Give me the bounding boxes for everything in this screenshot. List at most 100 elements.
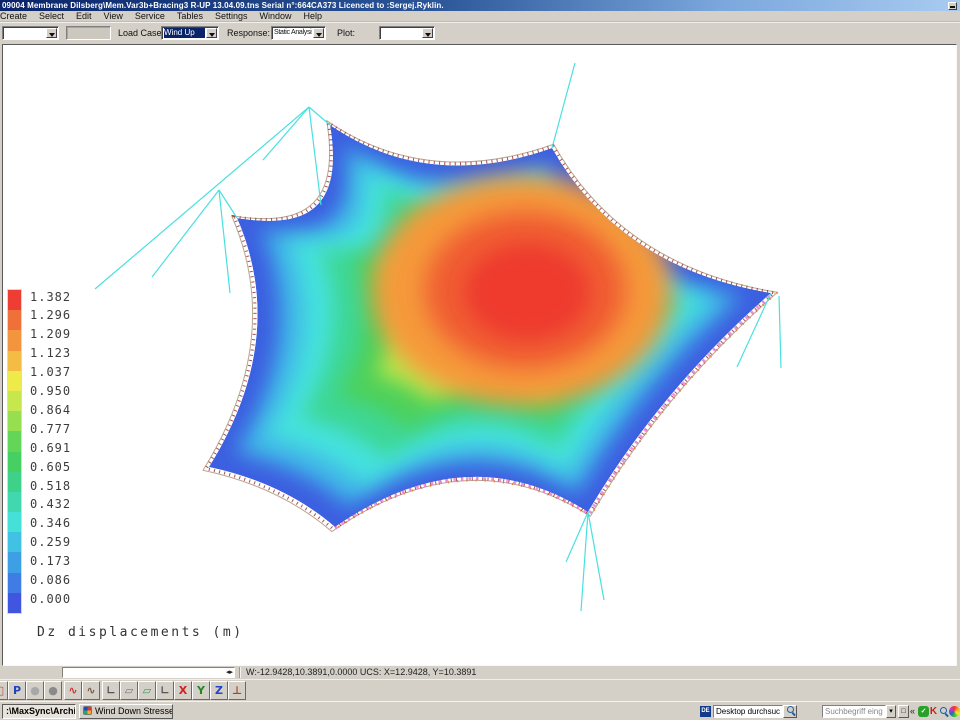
legend-value-label: 0.173 [30,555,71,568]
selection-combo-value [5,28,45,38]
load-case-label: Load Case: [118,28,164,38]
desktop: { "window": { "title": "09004 Membrane D… [0,0,960,720]
legend-color-swatch [8,411,21,431]
legend-color-swatch [8,371,21,391]
legend-value-label: 0.691 [30,442,71,455]
legend-value-label: 0.259 [30,536,71,549]
plane-quad-button[interactable]: ▱ [120,681,138,700]
membrane-contour-plot[interactable] [3,45,956,665]
windows-taskbar: :\MaxSync\Archiv\A... Wind Down Stresses… [0,701,960,720]
search-term-input[interactable] [822,705,886,718]
taskbar-button-paint[interactable]: Wind Down Stresses - Paint [79,704,173,719]
response-value: Static Analysis Re [274,28,312,38]
legend-color-swatch [8,290,21,310]
search-dropdown-button[interactable]: ▾ [886,705,896,718]
slider-arrows-icon[interactable]: ◂▸ [226,668,233,677]
image-p-button[interactable]: P [8,681,26,700]
legend-value-label: 1.123 [30,347,71,360]
paint-icon [83,706,92,715]
dropdown-arrow-icon[interactable] [422,28,433,38]
magnifier-icon [787,706,794,713]
spline-edit-button[interactable]: ∿ [82,681,100,700]
legend-color-swatch [8,492,21,512]
sphere-dark-button[interactable]: ● [44,681,62,700]
legend-value-label: 0.864 [30,404,71,417]
tray-search-icon[interactable] [938,706,949,717]
legend-value-label: 0.777 [30,423,71,436]
legend-color-swatch [8,573,21,593]
selection-combo[interactable] [2,26,59,40]
axis-corner-button[interactable]: ∟ [102,681,120,700]
legend-color-swatch [8,472,21,492]
response-label: Response: [227,28,270,38]
legend-color-swatch [8,330,21,350]
dropdown-arrow-icon[interactable] [313,28,324,38]
legend-value-label: 1.209 [30,328,71,341]
status-bar: ◂▸ W:-12.9428,10.3891,0.0000 UCS: X=12.9… [0,666,960,679]
pan-slider[interactable]: ◂▸ [62,667,235,678]
taskbar-button-explorer[interactable]: :\MaxSync\Archiv\A... [2,704,76,719]
legend-value-label: 0.432 [30,498,71,511]
menu-tables[interactable]: Tables [171,11,209,22]
legend-value-label: 1.037 [30,366,71,379]
plot-label: Plot: [337,28,355,38]
menu-create[interactable]: Create [0,11,33,22]
legend-color-swatch [8,512,21,532]
legend-color-swatch [8,552,21,572]
readonly-field [66,26,111,40]
legend-value-label: 0.346 [30,517,71,530]
plane-green-button[interactable]: ▱ [138,681,156,700]
magnifier-icon [940,707,947,714]
legend-color-swatch [8,593,21,613]
menu-view[interactable]: View [98,11,129,22]
menu-bar: CreateSelectEditViewServiceTablesSetting… [0,11,960,22]
axis-corner2-button[interactable]: ∟ [156,681,174,700]
legend-color-swatch [8,431,21,451]
plot-combo-value [382,28,421,38]
tray-colorwheel-icon[interactable] [949,706,960,717]
spline-nodes-button[interactable]: ∿ [64,681,82,700]
legend-color-swatch [8,310,21,330]
sphere-light-button[interactable]: ● [26,681,44,700]
legend-value-label: 0.950 [30,385,71,398]
load-case-value: Wind Up [164,28,205,38]
plot-title: Dz displacements (m) [37,625,244,640]
color-pattern-button[interactable]: ◧ [0,681,8,700]
menu-help[interactable]: Help [297,11,328,22]
dropdown-arrow-icon[interactable] [206,28,217,38]
legend-value-label: 0.605 [30,461,71,474]
menu-window[interactable]: Window [253,11,297,22]
menu-settings[interactable]: Settings [209,11,254,22]
menu-service[interactable]: Service [129,11,171,22]
y-axis-button[interactable]: Y [192,681,210,700]
tray-overflow-chevron[interactable]: « [907,706,918,717]
menu-edit[interactable]: Edit [70,11,98,22]
desktop-search-input[interactable] [713,705,783,718]
plot-combo[interactable] [379,26,435,40]
legend-value-label: 0.518 [30,480,71,493]
window-title: 09004 Membrane Dilsberg\Mem.Var3b+Bracin… [0,0,960,11]
menu-select[interactable]: Select [33,11,70,22]
load-case-combo[interactable]: Wind Up [161,26,219,40]
z-axis-button[interactable]: Z [210,681,228,700]
legend-color-swatch [8,391,21,411]
legend-value-label: 0.000 [30,593,71,606]
drawing-canvas[interactable]: 1.3821.2961.2091.1231.0370.9500.8640.777… [2,44,957,666]
desktop-search-button[interactable] [783,705,797,718]
snap-toolbar: ◧P●●∿∿∟▱▱∟XYZ⊥ [0,679,960,701]
legend-color-swatch [8,351,21,371]
ucs-tripod-button[interactable]: ⊥ [228,681,246,700]
window-minimize-button[interactable] [948,2,957,10]
taskbar-button-paint-label: Wind Down Stresses - Paint [95,706,173,716]
response-combo[interactable]: Static Analysis Re [271,26,326,40]
dropdown-arrow-icon[interactable] [46,28,57,38]
legend-color-swatch [8,532,21,552]
desktop-search-badge[interactable]: DE [700,706,711,717]
coordinate-readout: W:-12.9428,10.3891,0.0000 UCS: X=12.9428… [246,667,476,678]
x-axis-button[interactable]: X [174,681,192,700]
legend-value-label: 1.296 [30,309,71,322]
main-toolbar: Load Case: Wind Up Response: Static Anal… [0,22,960,44]
status-divider [239,667,240,678]
legend-value-label: 0.086 [30,574,71,587]
title-bar: 09004 Membrane Dilsberg\Mem.Var3b+Bracin… [0,0,960,11]
